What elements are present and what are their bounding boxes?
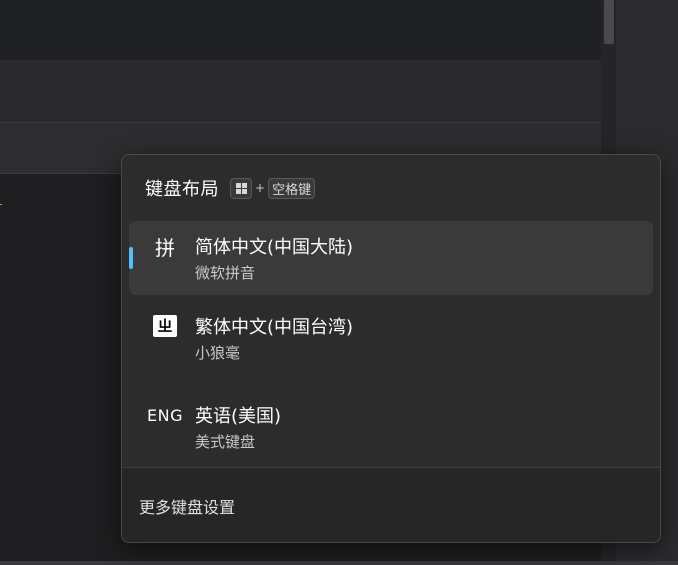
background-panel-row (0, 60, 616, 123)
bopomofo-glyph: ㄓ (153, 315, 177, 337)
layout-name: 英语(美国) (195, 406, 282, 427)
space-key-label: 空格键 (268, 177, 316, 199)
keyboard-layout-flyout: 键盘布局 + 空格键 拼 简体中文(中国大陆) 微软拼音 ㄓ 繁体中文(中国台湾… (121, 154, 661, 543)
layout-item-zh-cn[interactable]: 拼 简体中文(中国大陆) 微软拼音 (129, 221, 653, 295)
more-keyboard-settings-link[interactable]: 更多键盘设置 (139, 494, 235, 518)
bopomofo-icon: ㄓ (143, 313, 187, 339)
scrollbar-thumb[interactable] (604, 0, 614, 44)
selection-indicator (129, 247, 133, 269)
layout-ime-name: 小狼毫 (195, 344, 241, 362)
flyout-header: 键盘布局 + 空格键 (145, 175, 316, 201)
shortcut-hint: + 空格键 (230, 177, 316, 199)
background-toolbar (0, 0, 616, 60)
eng-icon: ENG (147, 405, 183, 425)
windows-logo-icon (230, 177, 252, 199)
layout-ime-name: 美式键盘 (195, 433, 256, 451)
layout-item-zh-tw[interactable]: ㄓ 繁体中文(中国台湾) 小狼毫 (129, 301, 653, 375)
flyout-title: 键盘布局 (145, 179, 219, 200)
layout-name: 简体中文(中国大陆) (195, 237, 354, 258)
pinyin-icon: 拼 (155, 235, 175, 260)
text-caret (0, 204, 2, 205)
plus-sign: + (255, 181, 266, 195)
background-taskbar-edge (0, 561, 678, 565)
flyout-footer: 更多键盘设置 (122, 467, 660, 542)
layout-item-en-us[interactable]: ENG 英语(美国) 美式键盘 (129, 390, 653, 464)
layout-ime-name: 微软拼音 (195, 264, 256, 282)
layout-name: 繁体中文(中国台湾) (195, 317, 354, 338)
